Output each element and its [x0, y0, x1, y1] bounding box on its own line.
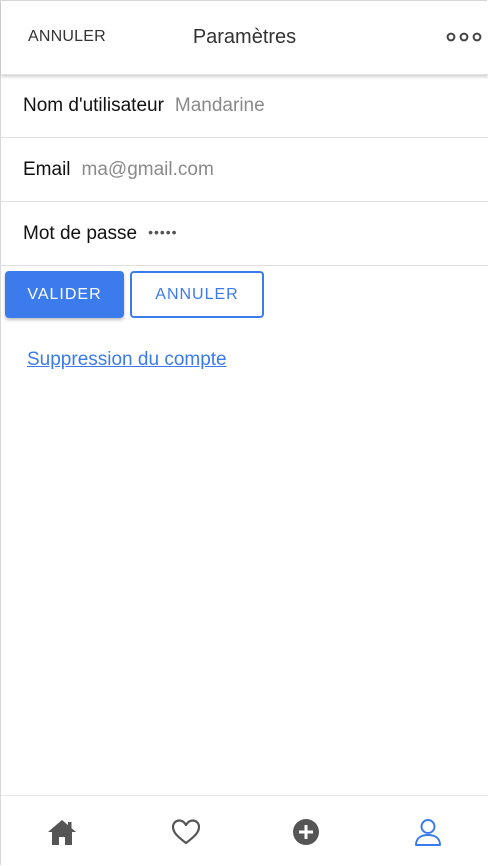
validate-button[interactable]: VALIDER — [5, 271, 124, 318]
bottom-nav — [1, 795, 488, 865]
email-label: Email — [23, 159, 71, 180]
page-title: Paramètres — [192, 26, 297, 48]
username-field[interactable] — [174, 95, 415, 117]
top-bar: ANNULER Paramètres — [1, 1, 488, 75]
username-row: Nom d'utilisateur — [1, 75, 488, 138]
user-icon[interactable] — [412, 816, 444, 848]
cancel-button[interactable]: ANNULER — [130, 271, 264, 318]
username-label: Nom d'utilisateur — [23, 95, 164, 116]
add-circle-icon[interactable] — [290, 816, 322, 848]
password-label: Mot de passe — [23, 223, 138, 244]
password-field[interactable]: ••••• — [148, 224, 178, 240]
delete-account-link[interactable]: Suppression du compte — [27, 349, 227, 371]
more-horizontal-icon[interactable] — [446, 30, 482, 44]
home-icon[interactable] — [46, 816, 78, 848]
email-field[interactable] — [81, 159, 322, 181]
heart-icon[interactable] — [170, 816, 202, 848]
email-row: Email — [1, 139, 488, 202]
password-row: Mot de passe ••••• — [1, 203, 488, 266]
